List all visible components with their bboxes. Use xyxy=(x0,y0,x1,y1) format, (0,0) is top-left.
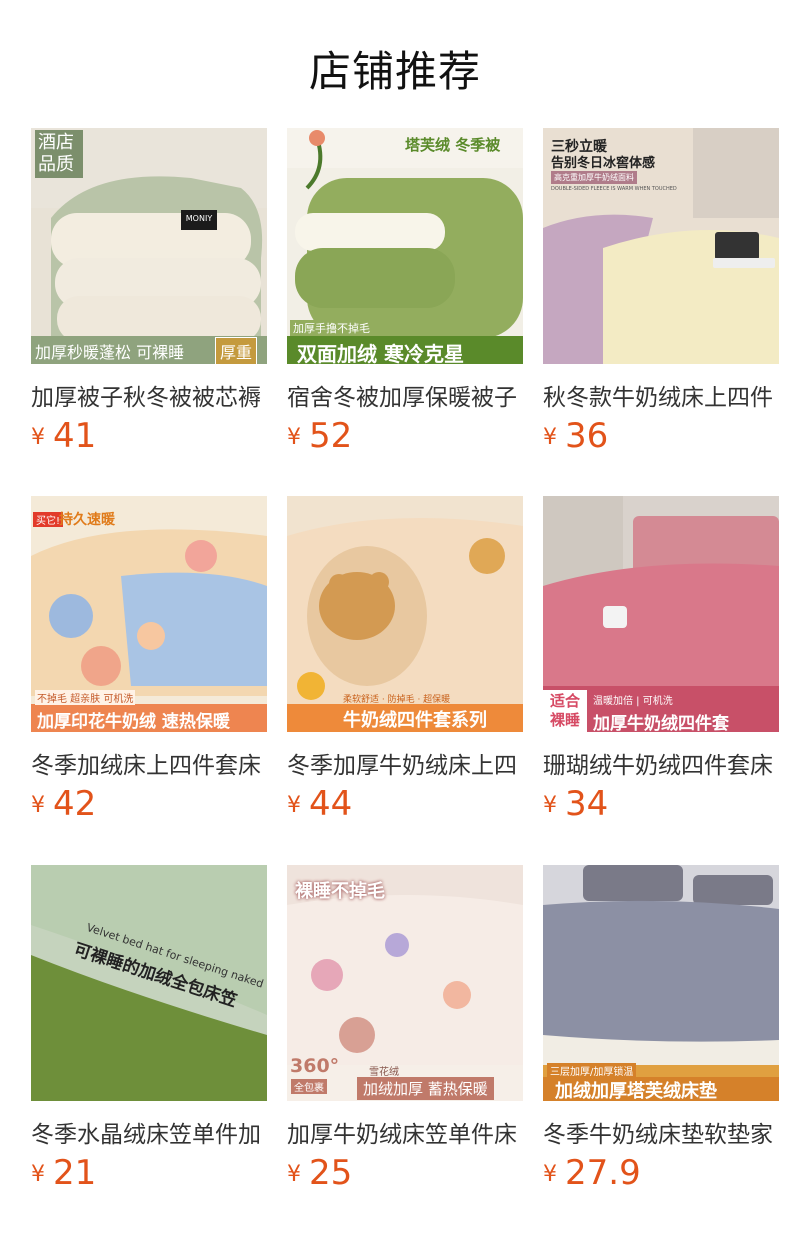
product-card[interactable]: 三层加厚/加厚锁温 加绒加厚塔芙绒床垫 冬季牛奶绒床垫软垫家 ¥27.9 xyxy=(543,865,779,1195)
price-value: 41 xyxy=(53,416,97,456)
price-value: 25 xyxy=(309,1153,353,1193)
product-image[interactable]: 买它! 持久速暖 不掉毛 超亲肤 可机洗 加厚印花牛奶绒 速热保暖 xyxy=(31,496,267,732)
currency-symbol: ¥ xyxy=(31,793,45,818)
product-name[interactable]: 冬季牛奶绒床垫软垫家 xyxy=(543,1115,779,1147)
badge-label: 酒店品质 xyxy=(35,130,83,178)
product-price: ¥44 xyxy=(287,784,352,824)
currency-symbol: ¥ xyxy=(287,1162,301,1187)
product-image[interactable]: 酒店品质 MONIY 加厚秒暖蓬松 可裸睡 厚重 xyxy=(31,128,267,364)
price-value: 44 xyxy=(309,784,353,824)
overlay-small-text: 柔软舒适 · 防掉毛 · 超保暖 xyxy=(343,695,451,705)
product-image[interactable]: 适合裸睡 温暖加倍 | 可机洗 加厚牛奶绒四件套 xyxy=(543,496,779,732)
section-title: 店铺推荐 xyxy=(308,47,481,96)
price-value: 21 xyxy=(53,1153,97,1193)
product-card[interactable]: Velvet bed hat for sleeping naked 可裸睡的加绒… xyxy=(31,865,267,1195)
product-card[interactable]: 酒店品质 MONIY 加厚秒暖蓬松 可裸睡 厚重 加厚被子秋冬被被芯褥 ¥41 xyxy=(31,128,267,458)
overlay-small-text: 不掉毛 超亲肤 可机洗 xyxy=(35,690,136,705)
overlay-small-text: 三层加厚/加厚锁温 xyxy=(547,1063,637,1078)
price-value: 36 xyxy=(565,416,609,456)
overlay-top-text: 持久速暖 xyxy=(59,512,115,528)
product-price: ¥34 xyxy=(543,784,608,824)
overlay-small-text: 高克重加厚牛奶绒面料 xyxy=(551,171,637,184)
product-card[interactable]: 塔芙绒 冬季被 加厚手撸不掉毛 双面加绒 寒冷克星 宿舍冬被加厚保暖被子 ¥52 xyxy=(287,128,523,458)
currency-symbol: ¥ xyxy=(31,425,45,450)
product-card[interactable]: 柔软舒适 · 防掉毛 · 超保暖 牛奶绒四件套系列 冬季加厚牛奶绒床上四 ¥44 xyxy=(287,496,523,826)
overlay-small-en: DOUBLE-SIDED FLEECE IS WARM WHEN TOUCHED xyxy=(551,186,677,192)
overlay-top-line2: 告别冬日冰窖体感 xyxy=(551,156,656,171)
overlay-bottom-text: 双面加绒 寒冷克星 xyxy=(297,342,464,364)
product-image[interactable]: 塔芙绒 冬季被 加厚手撸不掉毛 双面加绒 寒冷克星 xyxy=(287,128,523,364)
product-image[interactable]: 三层加厚/加厚锁温 加绒加厚塔芙绒床垫 xyxy=(543,865,779,1101)
badge-label: 适合裸睡 xyxy=(543,690,587,732)
product-image[interactable]: 裸睡不掉毛 360° 全包裹 雪花绒 加绒加厚 蓄热保暖 xyxy=(287,865,523,1101)
product-card[interactable]: 买它! 持久速暖 不掉毛 超亲肤 可机洗 加厚印花牛奶绒 速热保暖 冬季加绒床上… xyxy=(31,496,267,826)
product-price: ¥25 xyxy=(287,1153,352,1193)
product-price: ¥52 xyxy=(287,416,352,456)
overlay-bottom-text: 加绒加厚塔芙绒床垫 xyxy=(555,1081,717,1101)
product-card[interactable]: 适合裸睡 温暖加倍 | 可机洗 加厚牛奶绒四件套 珊瑚绒牛奶绒四件套床 ¥34 xyxy=(543,496,779,826)
currency-symbol: ¥ xyxy=(287,425,301,450)
overlay-degree: 360° xyxy=(290,1055,340,1077)
price-value: 52 xyxy=(309,416,353,456)
product-name[interactable]: 秋冬款牛奶绒床上四件 xyxy=(543,378,779,410)
overlay-degree-sub: 全包裹 xyxy=(291,1079,327,1094)
product-name[interactable]: 冬季加厚牛奶绒床上四 xyxy=(287,746,523,778)
overlay-bottom-text: 牛奶绒四件套系列 xyxy=(343,710,487,731)
product-price: ¥27.9 xyxy=(543,1153,641,1193)
product-name[interactable]: 冬季水晶绒床笠单件加 xyxy=(31,1115,267,1147)
currency-symbol: ¥ xyxy=(287,793,301,818)
product-image[interactable]: 三秒立暖 告别冬日冰窖体感 高克重加厚牛奶绒面料 DOUBLE-SIDED FL… xyxy=(543,128,779,364)
product-image[interactable]: 柔软舒适 · 防掉毛 · 超保暖 牛奶绒四件套系列 xyxy=(287,496,523,732)
price-value: 27.9 xyxy=(565,1153,641,1193)
price-value: 34 xyxy=(565,784,609,824)
product-price: ¥42 xyxy=(31,784,96,824)
overlay-bottom-text: 加厚印花牛奶绒 速热保暖 xyxy=(37,712,230,732)
overlay-top-text: 塔芙绒 冬季被 xyxy=(405,136,501,154)
currency-symbol: ¥ xyxy=(543,793,557,818)
product-price: ¥21 xyxy=(31,1153,96,1193)
overlay-small-text: 温暖加倍 | 可机洗 xyxy=(593,696,673,707)
price-value: 42 xyxy=(53,784,97,824)
overlay-small-text: 加厚手撸不掉毛 xyxy=(290,320,373,336)
overlay-bottom-text: 加厚牛奶绒四件套 xyxy=(593,714,729,732)
brand-label: MONIY xyxy=(185,214,213,223)
overlay-top-text: 裸睡不掉毛 xyxy=(295,881,385,902)
product-name[interactable]: 珊瑚绒牛奶绒四件套床 xyxy=(543,746,779,778)
currency-symbol: ¥ xyxy=(543,425,557,450)
product-card[interactable]: 三秒立暖 告别冬日冰窖体感 高克重加厚牛奶绒面料 DOUBLE-SIDED FL… xyxy=(543,128,779,458)
overlay-bottom-tag: 厚重 xyxy=(215,337,258,364)
overlay-small-text: 雪花绒 xyxy=(369,1067,399,1078)
currency-symbol: ¥ xyxy=(543,1162,557,1187)
product-name[interactable]: 加厚被子秋冬被被芯褥 xyxy=(31,378,267,410)
product-name[interactable]: 宿舍冬被加厚保暖被子 xyxy=(287,378,523,410)
product-price: ¥41 xyxy=(31,416,96,456)
product-name[interactable]: 冬季加绒床上四件套床 xyxy=(31,746,267,778)
currency-symbol: ¥ xyxy=(31,1162,45,1187)
overlay-bottom-text: 加厚秒暖蓬松 可裸睡 xyxy=(35,343,185,362)
overlay-bottom-text: 加绒加厚 蓄热保暖 xyxy=(357,1077,494,1100)
product-image[interactable]: Velvet bed hat for sleeping naked 可裸睡的加绒… xyxy=(31,865,267,1101)
product-price: ¥36 xyxy=(543,416,608,456)
product-card[interactable]: 裸睡不掉毛 360° 全包裹 雪花绒 加绒加厚 蓄热保暖 加厚牛奶绒床笠单件床 … xyxy=(287,865,523,1195)
product-name[interactable]: 加厚牛奶绒床笠单件床 xyxy=(287,1115,523,1147)
